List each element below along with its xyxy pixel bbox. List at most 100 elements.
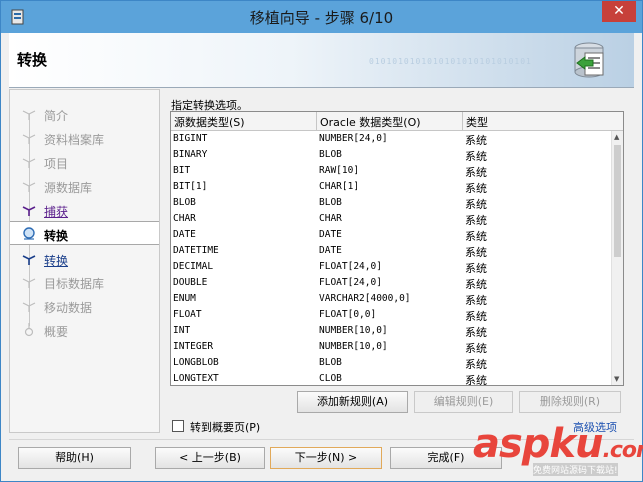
table-row[interactable]: DATE DATE 系统 [171, 227, 611, 243]
oracle-type-cell: RAW[10] [319, 165, 360, 176]
step-label: 转换 [44, 254, 69, 268]
kind-cell: 系统 [465, 166, 487, 179]
vertical-scrollbar[interactable]: ▲ ▼ [611, 131, 623, 385]
table-row[interactable]: DATETIME DATE 系统 [171, 243, 611, 259]
oracle-type-cell: DATE [319, 229, 342, 240]
back-button[interactable]: < 上一步(B) [155, 447, 265, 469]
kind-cell: 系统 [465, 134, 487, 147]
source-type-cell: BIT[1] [173, 181, 208, 192]
delete-rule-button[interactable]: 删除规则(R) [519, 391, 621, 413]
table-row[interactable]: BINARY BLOB 系统 [171, 147, 611, 163]
kind-cell: 系统 [465, 182, 487, 195]
kind-cell: 系统 [465, 374, 487, 386]
source-type-cell: BINARY [173, 149, 208, 160]
window-title: 移植向导 - 步骤 6/10 [249, 9, 394, 27]
type-mapping-table[interactable]: 源数据类型(S) Oracle 数据类型(O) 类型 BIGINT NUMBER[… [170, 111, 624, 386]
table-row[interactable]: DECIMAL FLOAT[24,0] 系统 [171, 259, 611, 275]
step-pending-icon [22, 278, 36, 288]
goto-summary-label[interactable]: 转到概要页(P) [190, 419, 260, 435]
step-heading: 转换 [17, 51, 48, 69]
table-row[interactable]: BLOB BLOB 系统 [171, 195, 611, 211]
source-type-cell: LONGTEXT [173, 373, 219, 384]
step-summary: 概要 [10, 318, 159, 342]
source-type-cell: FLOAT [173, 309, 202, 320]
source-type-cell: ENUM [173, 293, 196, 304]
kind-cell: 系统 [465, 342, 487, 355]
edit-rule-button[interactable]: 编辑规则(E) [414, 391, 513, 413]
source-type-cell: CHAR [173, 213, 196, 224]
step-project: 项目 [10, 150, 159, 174]
scroll-thumb[interactable] [614, 145, 621, 257]
table-row[interactable]: LONGTEXT CLOB 系统 [171, 371, 611, 386]
source-type-cell: DECIMAL [173, 261, 214, 272]
column-header-source-type[interactable]: 源数据类型(S) [174, 114, 245, 130]
kind-cell: 系统 [465, 358, 487, 371]
kind-cell: 系统 [465, 150, 487, 163]
table-row[interactable]: ENUM VARCHAR2[4000,0] 系统 [171, 291, 611, 307]
step-end-icon [24, 323, 34, 337]
step-label: 概要 [44, 325, 69, 339]
table-row[interactable]: BIT[1] CHAR[1] 系统 [171, 179, 611, 195]
scroll-up-icon[interactable]: ▲ [614, 133, 619, 141]
step-banner: 转换 0101010101010101010101010101 [9, 33, 634, 88]
kind-cell: 系统 [465, 326, 487, 339]
help-button[interactable]: 帮助(H) [18, 447, 131, 469]
oracle-type-cell: VARCHAR2[4000,0] [319, 293, 411, 304]
source-type-cell: BLOB [173, 197, 196, 208]
column-header-oracle-type[interactable]: Oracle 数据类型(O) [320, 114, 421, 130]
source-type-cell: DATE [173, 229, 196, 240]
kind-cell: 系统 [465, 278, 487, 291]
table-row[interactable]: BIGINT NUMBER[24,0] 系统 [171, 131, 611, 147]
source-type-cell: DOUBLE [173, 277, 208, 288]
oracle-type-cell: CHAR [319, 213, 342, 224]
step-capture[interactable]: 捕获 [10, 198, 159, 222]
source-type-cell: BIT [173, 165, 191, 176]
add-rule-button[interactable]: 添加新规则(A) [297, 391, 408, 413]
goto-summary-checkbox[interactable] [172, 420, 184, 432]
table-row[interactable]: INT NUMBER[10,0] 系统 [171, 323, 611, 339]
table-row[interactable]: FLOAT FLOAT[0,0] 系统 [171, 307, 611, 323]
step-label: 源数据库 [44, 181, 93, 195]
kind-cell: 系统 [465, 294, 487, 307]
oracle-type-cell: NUMBER[10,0] [319, 341, 388, 352]
step-convert-sub[interactable]: 转换 [10, 247, 159, 271]
step-done-icon [22, 134, 36, 144]
next-button[interactable]: 下一步(N) > [270, 447, 382, 469]
table-row[interactable]: CHAR CHAR 系统 [171, 211, 611, 227]
table-row[interactable]: BIT RAW[10] 系统 [171, 163, 611, 179]
kind-cell: 系统 [465, 198, 487, 211]
step-done-icon [22, 182, 36, 192]
watermark-brand: aspku.com [473, 421, 643, 467]
step-convert-current: 转换 [10, 221, 159, 245]
kind-cell: 系统 [465, 214, 487, 227]
wizard-window: 移植向导 - 步骤 6/10 ✕ 转换 01010101010101010101… [0, 0, 643, 482]
source-type-cell: INTEGER [173, 341, 214, 352]
table-row[interactable]: DOUBLE FLOAT[24,0] 系统 [171, 275, 611, 291]
step-pending-icon [22, 302, 36, 312]
oracle-type-cell: DATE [319, 245, 342, 256]
step-label: 移动数据 [44, 301, 93, 315]
step-label: 捕获 [44, 205, 69, 219]
step-current-icon [23, 227, 35, 240]
column-separator[interactable] [462, 112, 463, 131]
scroll-down-icon[interactable]: ▼ [614, 375, 619, 383]
oracle-type-cell: BLOB [319, 149, 342, 160]
oracle-type-cell: FLOAT[24,0] [319, 277, 382, 288]
title-bar[interactable]: 移植向导 - 步骤 6/10 ✕ [1, 1, 642, 33]
step-label: 项目 [44, 157, 69, 171]
kind-cell: 系统 [465, 246, 487, 259]
oracle-type-cell: BLOB [319, 357, 342, 368]
database-migrate-icon [574, 42, 604, 78]
kind-cell: 系统 [465, 310, 487, 323]
table-row[interactable]: LONGBLOB BLOB 系统 [171, 355, 611, 371]
oracle-type-cell: FLOAT[0,0] [319, 309, 377, 320]
kind-cell: 系统 [465, 262, 487, 275]
oracle-type-cell: BLOB [319, 197, 342, 208]
column-separator[interactable] [316, 112, 317, 131]
table-body: BIGINT NUMBER[24,0] 系统 BINARY BLOB 系统 BIT RAW[1… [171, 131, 611, 386]
column-header-kind[interactable]: 类型 [466, 114, 488, 130]
close-button[interactable]: ✕ [602, 1, 636, 22]
step-done-icon [22, 110, 36, 120]
table-row[interactable]: INTEGER NUMBER[10,0] 系统 [171, 339, 611, 355]
step-label: 简介 [44, 109, 69, 123]
